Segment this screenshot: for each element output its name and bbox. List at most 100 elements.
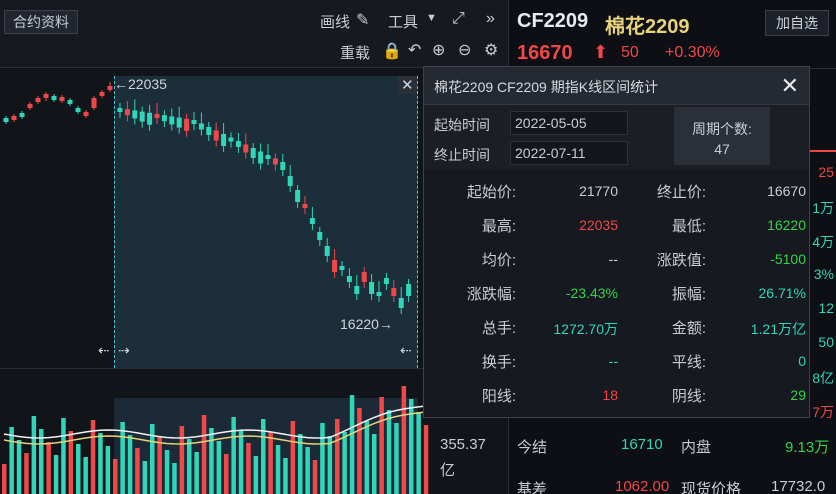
avg-label: 均价: xyxy=(481,252,516,269)
candle-body xyxy=(383,278,389,284)
volume-bar xyxy=(53,455,59,494)
close-selection-icon[interactable]: ✕ xyxy=(398,76,417,94)
volume-bar xyxy=(150,424,155,494)
down-count-label: 阴线: xyxy=(671,388,706,405)
candle-body xyxy=(198,123,204,130)
volume-bar xyxy=(157,437,162,494)
volume-bar xyxy=(238,430,244,494)
candle-body xyxy=(302,204,308,208)
candle-body xyxy=(332,260,338,272)
candle-body xyxy=(132,110,138,119)
dialog-title: 棉花2209 CF2209 期指K线区间统计 xyxy=(434,79,659,95)
low-label: 最低: xyxy=(671,218,706,235)
contract-code: CF2209 xyxy=(517,10,589,32)
fullscreen-icon[interactable]: ⤢ xyxy=(452,10,465,28)
candle-body xyxy=(324,246,330,256)
change-pct-label: 涨跌幅: xyxy=(466,286,516,303)
reload-button[interactable]: 重载 xyxy=(340,42,370,63)
drag-end-handle-icon[interactable]: ⇠ xyxy=(400,342,412,359)
drag-right-handle-icon[interactable]: ⇢ xyxy=(118,342,130,359)
edge-value: 25 xyxy=(818,164,834,180)
candle-body xyxy=(83,112,89,116)
edge-value: 12 xyxy=(818,300,834,316)
amplitude-value: 26.71% xyxy=(758,285,806,301)
candle-body xyxy=(258,151,264,164)
candle-body xyxy=(221,134,227,146)
volume-bar xyxy=(231,417,236,494)
volume-bar xyxy=(83,457,88,494)
drag-left-handle-icon[interactable]: ⇠ xyxy=(98,342,110,359)
candle-body xyxy=(265,155,271,159)
gear-icon[interactable]: ⚙ xyxy=(484,40,498,60)
volume-bars xyxy=(2,386,429,494)
candle-body xyxy=(107,86,113,90)
volume-bar xyxy=(194,452,199,494)
candle-body xyxy=(250,148,256,158)
candle-body xyxy=(67,100,73,104)
zoom-out-icon[interactable]: ⊖ xyxy=(458,40,471,60)
candle-body xyxy=(43,94,49,98)
amount-label: 金额: xyxy=(671,320,706,337)
end-time-label: 终止时间 xyxy=(434,147,490,163)
volume-bar xyxy=(209,428,214,494)
candle-body xyxy=(235,141,241,147)
down-count-value: 29 xyxy=(790,387,806,403)
end-time-field[interactable]: 2022-07-11 xyxy=(510,141,628,165)
double-chevron-right-icon[interactable]: » xyxy=(486,10,495,28)
volume-bar xyxy=(2,464,7,494)
dialog-title-bar: 棉花2209 CF2209 期指K线区间统计 ✕ xyxy=(424,67,809,105)
start-price-value: 21770 xyxy=(579,183,618,199)
start-time-label: 起始时间 xyxy=(434,117,490,133)
draw-line-button[interactable]: 画线 xyxy=(320,11,350,32)
candle-body xyxy=(169,116,175,125)
stats-grid: 起始价: 21770 终止价: 16670 最高: 22035 最低: 1622… xyxy=(424,169,809,417)
pencil-icon[interactable]: ✎ xyxy=(356,10,369,30)
volume-bar xyxy=(246,443,251,494)
tools-button[interactable]: 工具 xyxy=(388,11,418,32)
candle-body xyxy=(124,109,130,116)
volume-bar xyxy=(201,415,207,494)
volume-bar xyxy=(98,433,103,494)
zoom-in-icon[interactable]: ⊕ xyxy=(432,40,445,60)
volume-value: 355.37 亿 xyxy=(440,436,486,479)
period-count-box: 周期个数: 47 xyxy=(674,107,770,165)
volume-bar xyxy=(312,460,318,494)
candle-body xyxy=(213,130,219,141)
price-change-pct: +0.30% xyxy=(665,44,720,61)
contract-info-button[interactable]: 合约资料 xyxy=(4,10,78,34)
end-price-label: 终止价: xyxy=(656,184,706,201)
candle-body xyxy=(184,118,190,131)
up-arrow-icon: ⬆ xyxy=(593,42,609,62)
lock-icon[interactable]: 🔒 xyxy=(382,41,402,61)
volume-bar xyxy=(224,454,229,494)
settle-label: 今结 xyxy=(517,439,548,456)
volume-bar xyxy=(216,441,222,494)
volume-bar xyxy=(364,421,370,494)
undo-icon[interactable]: ↶ xyxy=(408,40,421,60)
candle-body xyxy=(99,92,105,96)
last-price: 16670 xyxy=(517,42,573,64)
up-count-value: 18 xyxy=(602,387,618,403)
add-watchlist-button[interactable]: 加自选 xyxy=(765,10,829,36)
candle-body xyxy=(346,276,352,282)
close-icon[interactable]: ✕ xyxy=(781,73,799,99)
start-time-field[interactable]: 2022-05-05 xyxy=(510,111,628,135)
volume-bar xyxy=(39,429,44,494)
period-count-value: 47 xyxy=(714,141,730,157)
edge-value: 3% xyxy=(813,266,834,282)
volume-bar xyxy=(24,453,29,494)
volume-bar xyxy=(320,423,325,494)
volume-bar xyxy=(342,432,347,494)
volume-bar xyxy=(127,435,133,494)
candle-body xyxy=(398,298,404,308)
volume-bar xyxy=(76,444,81,494)
candle-body xyxy=(272,158,278,165)
volume-bar xyxy=(327,436,333,494)
chevron-down-icon[interactable]: ▼ xyxy=(426,12,437,24)
volume-bar xyxy=(172,463,177,494)
amplitude-label: 振幅: xyxy=(671,286,706,303)
volume-bar xyxy=(283,458,288,494)
flat-value: 0 xyxy=(798,353,806,369)
volume-bar xyxy=(379,397,384,494)
start-price-label: 起始价: xyxy=(466,184,516,201)
